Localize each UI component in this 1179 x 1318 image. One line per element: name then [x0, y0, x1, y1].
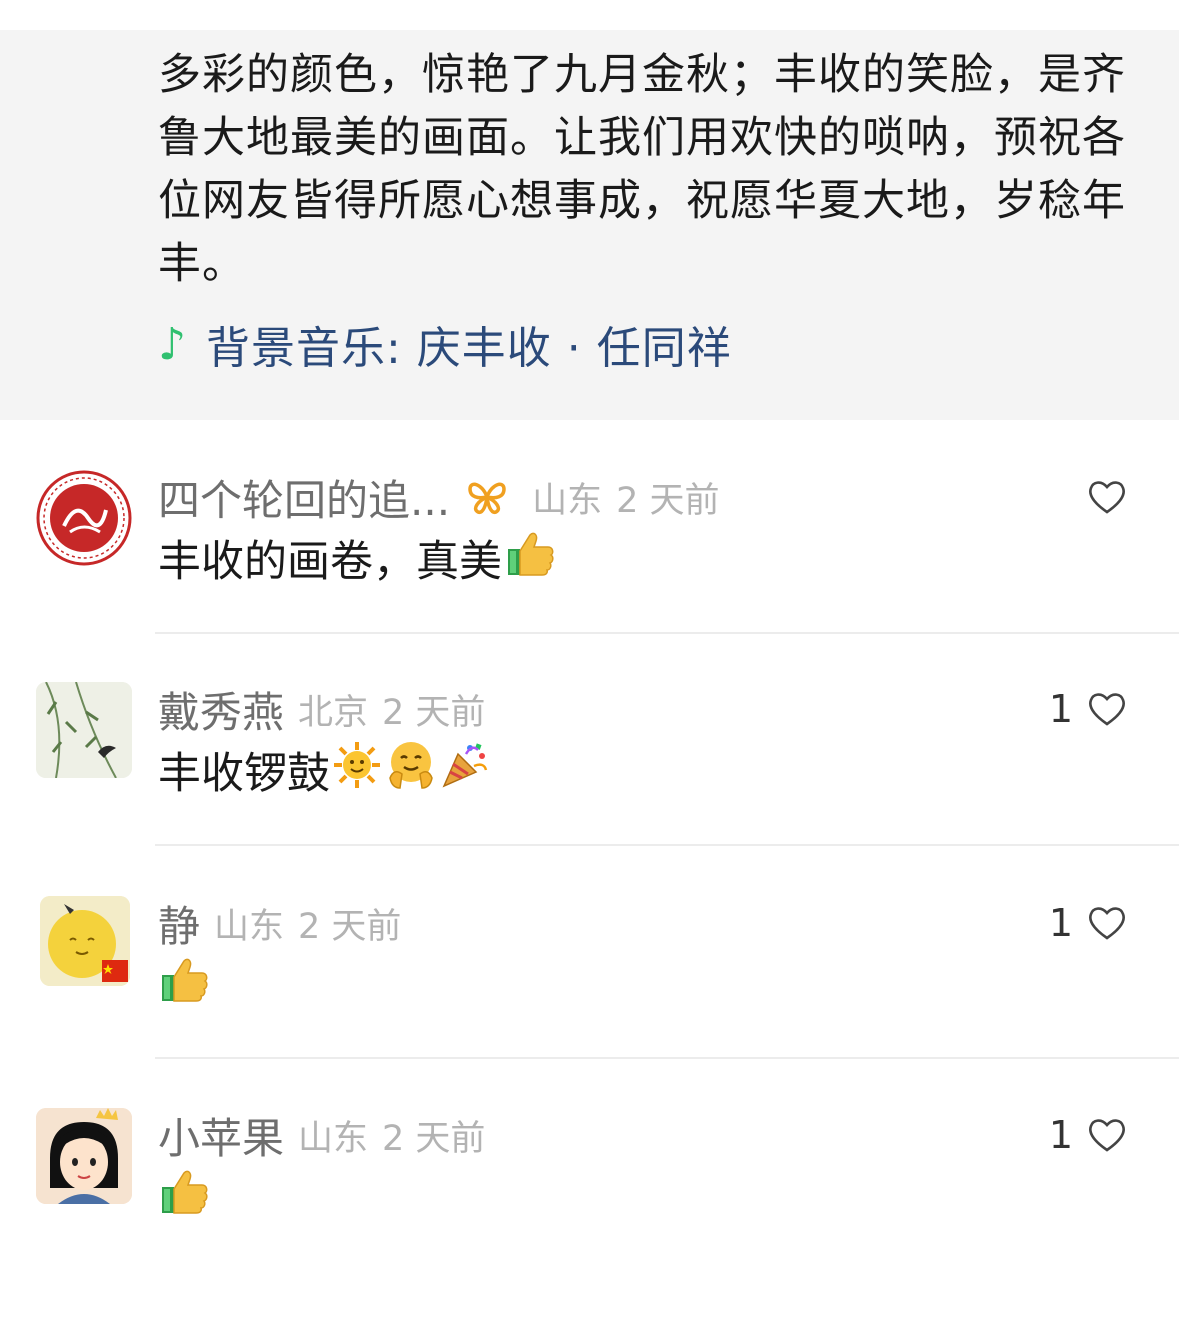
- music-label: 背景音乐: 庆丰收 · 任同祥: [206, 323, 732, 374]
- avatar[interactable]: [36, 682, 132, 778]
- comment-time: 2 天前: [298, 906, 402, 947]
- heart-icon: [1089, 481, 1125, 514]
- comment-time: 2 天前: [382, 692, 486, 733]
- comment-text: 丰收锣鼓: [158, 749, 330, 799]
- music-note-icon: ♪: [158, 318, 187, 370]
- commenter-name[interactable]: 戴秀燕: [158, 679, 284, 740]
- like-count: 1: [1048, 1113, 1073, 1157]
- commenter-name[interactable]: 小苹果: [158, 1105, 284, 1166]
- like-button[interactable]: 1: [1049, 1110, 1127, 1160]
- divider: [155, 632, 1179, 634]
- comment-location: 山东: [532, 480, 603, 521]
- like-button[interactable]: 1: [1049, 898, 1127, 948]
- commenter-name[interactable]: 四个轮回的追...: [158, 467, 450, 528]
- heart-icon: [1089, 1119, 1125, 1152]
- thumbs-up-icon: [158, 953, 210, 1016]
- heart-icon: [1089, 693, 1125, 726]
- thumbs-up-icon: [504, 527, 556, 590]
- comment-time: 2 天前: [382, 1118, 486, 1159]
- comment-location: 山东: [214, 906, 285, 947]
- comment-body: [158, 954, 210, 1014]
- sun-icon: [332, 740, 382, 801]
- comment-body: 丰收的画卷，真美: [158, 528, 556, 588]
- background-music-link[interactable]: ♪ 背景音乐: 庆丰收 · 任同祥: [158, 314, 732, 375]
- post-text: 多彩的颜色，惊艳了九月金秋；丰收的笑脸，是齐鲁大地最美的画面。让我们用欢快的唢呐…: [158, 50, 1126, 289]
- comment-item: 小苹果 山东 2 天前 1: [0, 1108, 1179, 1318]
- comment-location: 北京: [298, 692, 369, 733]
- divider: [155, 1057, 1179, 1059]
- comment-item: 四个轮回的追... 山东 2 天前 丰收的画卷，真美: [0, 470, 1179, 680]
- like-button[interactable]: 1: [1049, 684, 1127, 734]
- butterfly-badge-icon: [466, 479, 508, 515]
- top-strip: [0, 0, 1179, 30]
- comment-text: 丰收的画卷，真美: [158, 537, 502, 587]
- comment-item: 戴秀燕 北京 2 天前 丰收锣鼓 1: [0, 682, 1179, 892]
- party-popper-icon: [440, 740, 490, 801]
- hugging-face-icon: [384, 738, 438, 803]
- divider: [155, 844, 1179, 846]
- like-count: 1: [1048, 687, 1073, 731]
- avatar[interactable]: [36, 1108, 132, 1204]
- like-count: 1: [1048, 901, 1073, 945]
- avatar[interactable]: [36, 470, 132, 566]
- comment-body: [158, 1166, 210, 1226]
- comment-time: 2 天前: [616, 480, 720, 521]
- avatar[interactable]: [40, 896, 130, 986]
- comment-body: 丰收锣鼓: [158, 740, 490, 800]
- like-button[interactable]: [1087, 472, 1127, 522]
- comment-location: 山东: [298, 1118, 369, 1159]
- heart-icon: [1089, 907, 1125, 940]
- comment-item: 静 山东 2 天前 1: [0, 896, 1179, 1106]
- commenter-name[interactable]: 静: [158, 893, 200, 954]
- thumbs-up-icon: [158, 1165, 210, 1228]
